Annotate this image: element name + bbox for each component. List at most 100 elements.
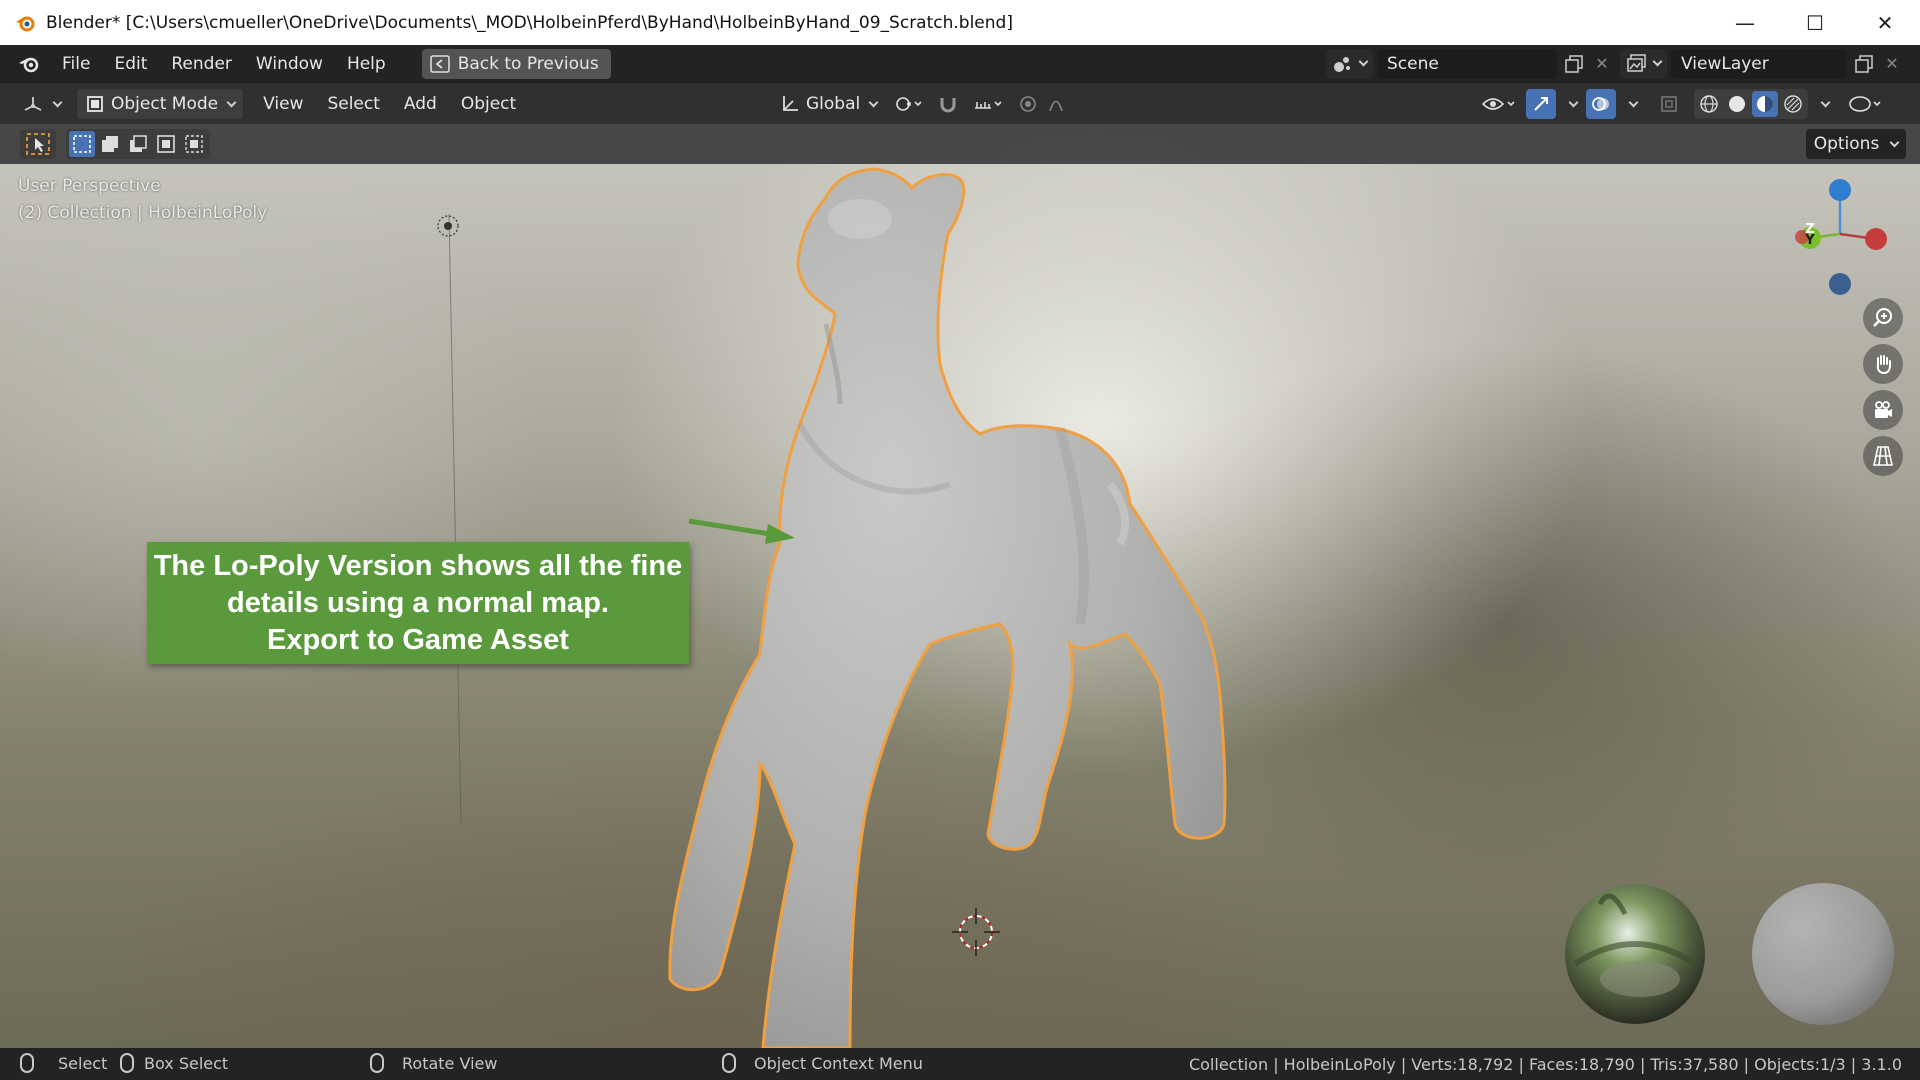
camera-icon xyxy=(1875,401,1892,418)
close-button[interactable]: ✕ xyxy=(1850,0,1920,45)
viewlayer-browse-dropdown[interactable] xyxy=(1620,48,1667,79)
proportional-editing-toggle[interactable] xyxy=(1013,89,1043,119)
menu-edit[interactable]: Edit xyxy=(102,49,159,79)
overlays-icon xyxy=(1592,97,1609,111)
snap-toggle[interactable] xyxy=(933,89,963,119)
select-invert-mode-button[interactable] xyxy=(153,131,179,157)
wireframe-sphere-icon xyxy=(1700,95,1718,113)
gizmo-neg-z-axis[interactable] xyxy=(1829,273,1851,295)
proportional-falloff-dropdown[interactable] xyxy=(1047,89,1077,119)
status-rotate-hint: Rotate View xyxy=(370,1053,497,1073)
editor-options-dropdown[interactable] xyxy=(1844,89,1890,119)
select-subtract-mode-button[interactable] xyxy=(125,131,151,157)
menu-render[interactable]: Render xyxy=(159,49,244,79)
minimize-button[interactable]: — xyxy=(1710,0,1780,45)
window-title: Blender* [C:\Users\cmueller\OneDrive\Doc… xyxy=(46,12,1013,33)
status-context-menu-label: Object Context Menu xyxy=(754,1053,923,1073)
scene-icon xyxy=(1334,56,1350,72)
back-to-previous-button[interactable]: Back to Previous xyxy=(421,48,611,79)
options-dropdown[interactable]: Options xyxy=(1806,129,1906,159)
horse-mesh[interactable] xyxy=(668,167,1227,1048)
ortho-toggle-button[interactable] xyxy=(1863,436,1903,476)
status-bar: Select Box Select Rotate View Object Con… xyxy=(0,1048,1920,1080)
chevron-down-icon xyxy=(868,97,879,107)
viewport-menu-object[interactable]: Object xyxy=(449,94,528,114)
falloff-icon xyxy=(1049,100,1063,112)
maximize-button[interactable]: ☐ xyxy=(1780,0,1850,45)
status-rotate-label: Rotate View xyxy=(402,1053,498,1073)
gizmo-z-axis[interactable] xyxy=(1829,179,1851,201)
mouse-left-icon xyxy=(20,1053,34,1073)
camera-view-button[interactable] xyxy=(1863,390,1903,430)
menu-window[interactable]: Window xyxy=(244,49,335,79)
material-preview-button[interactable] xyxy=(1752,91,1778,117)
proportional-icon xyxy=(1020,96,1037,112)
xray-toggle[interactable] xyxy=(1654,89,1684,119)
snap-increment-icon xyxy=(975,101,1002,109)
solid-shading-button[interactable] xyxy=(1724,91,1750,117)
eye-icon xyxy=(1481,98,1515,110)
object-mode-icon xyxy=(87,96,103,112)
viewport-menu-add[interactable]: Add xyxy=(392,94,449,114)
duplicate-icon xyxy=(1855,54,1873,73)
visibility-dropdown[interactable] xyxy=(1476,89,1522,119)
select-extend-mode-button[interactable] xyxy=(97,131,123,157)
3d-cursor-icon[interactable] xyxy=(952,908,1000,956)
chevron-down-icon xyxy=(1652,56,1663,67)
viewport-menu-view[interactable]: View xyxy=(251,94,315,114)
pivot-point-dropdown[interactable] xyxy=(887,89,929,119)
grid-icon xyxy=(1873,446,1893,466)
scene-browse-dropdown[interactable] xyxy=(1326,48,1373,79)
chevron-down-icon xyxy=(1568,97,1578,107)
new-viewlayer-button[interactable] xyxy=(1847,49,1881,79)
hand-icon xyxy=(1876,355,1891,375)
3d-viewport[interactable]: User Perspective (2) Collection | Holbei… xyxy=(0,124,1920,1048)
editor-type-dropdown[interactable] xyxy=(18,89,65,119)
active-tool-button[interactable] xyxy=(20,129,56,159)
shading-dropdown[interactable] xyxy=(1812,89,1834,119)
wireframe-shading-button[interactable] xyxy=(1696,91,1722,117)
delete-scene-icon[interactable]: ✕ xyxy=(1591,49,1613,79)
scene-selector: Scene ✕ xyxy=(1326,48,1613,79)
new-scene-button[interactable] xyxy=(1557,49,1591,79)
menu-file[interactable]: File xyxy=(50,49,102,79)
gizmo-x-axis[interactable] xyxy=(1865,228,1887,250)
chevron-down-icon xyxy=(1820,97,1830,107)
rendered-shading-button[interactable] xyxy=(1780,91,1806,117)
status-box-select-label: Box Select xyxy=(144,1053,229,1073)
select-subtract-icon xyxy=(130,135,147,152)
orientation-label: Global xyxy=(806,94,861,114)
viewport-menu-select[interactable]: Select xyxy=(315,94,391,114)
zoom-icon xyxy=(1873,308,1892,327)
status-select-hint: Select xyxy=(20,1053,107,1073)
scene-name-field[interactable]: Scene xyxy=(1377,48,1557,79)
select-new-mode-button[interactable] xyxy=(69,131,95,157)
menu-help[interactable]: Help xyxy=(335,49,398,79)
light-object-icon[interactable] xyxy=(437,215,459,237)
pan-button[interactable] xyxy=(1863,344,1903,384)
selection-mode-group xyxy=(66,129,210,159)
delete-viewlayer-icon[interactable]: ✕ xyxy=(1881,49,1903,79)
gizmo-toggle[interactable] xyxy=(1526,89,1556,119)
blender-app-icon xyxy=(12,10,38,36)
gizmo-dropdown[interactable] xyxy=(1560,89,1582,119)
hdri-preview-sphere xyxy=(1565,884,1705,1024)
transform-orientation-dropdown[interactable]: Global xyxy=(774,89,883,119)
chevron-down-icon xyxy=(1889,137,1900,147)
overlays-toggle[interactable] xyxy=(1586,89,1616,119)
mouse-drag-icon xyxy=(120,1053,134,1073)
select-intersect-mode-button[interactable] xyxy=(181,131,207,157)
snap-target-dropdown[interactable] xyxy=(967,89,1009,119)
status-context-menu-hint: Object Context Menu xyxy=(722,1053,923,1073)
transform-controls: Global xyxy=(774,89,1077,119)
orientation-icon xyxy=(783,96,798,111)
blender-window: Blender* [C:\Users\cmueller\OneDrive\Doc… xyxy=(0,0,1920,1080)
zoom-button[interactable] xyxy=(1863,298,1903,338)
blender-menu-icon[interactable] xyxy=(12,49,46,79)
mouse-middle-icon xyxy=(370,1053,384,1073)
overlays-dropdown[interactable] xyxy=(1620,89,1642,119)
object-mode-dropdown[interactable]: Object Mode xyxy=(77,89,244,119)
shading-mode-group xyxy=(1694,89,1808,119)
viewlayer-name-field[interactable]: ViewLayer xyxy=(1671,48,1847,79)
rendered-sphere-icon xyxy=(1784,95,1802,113)
